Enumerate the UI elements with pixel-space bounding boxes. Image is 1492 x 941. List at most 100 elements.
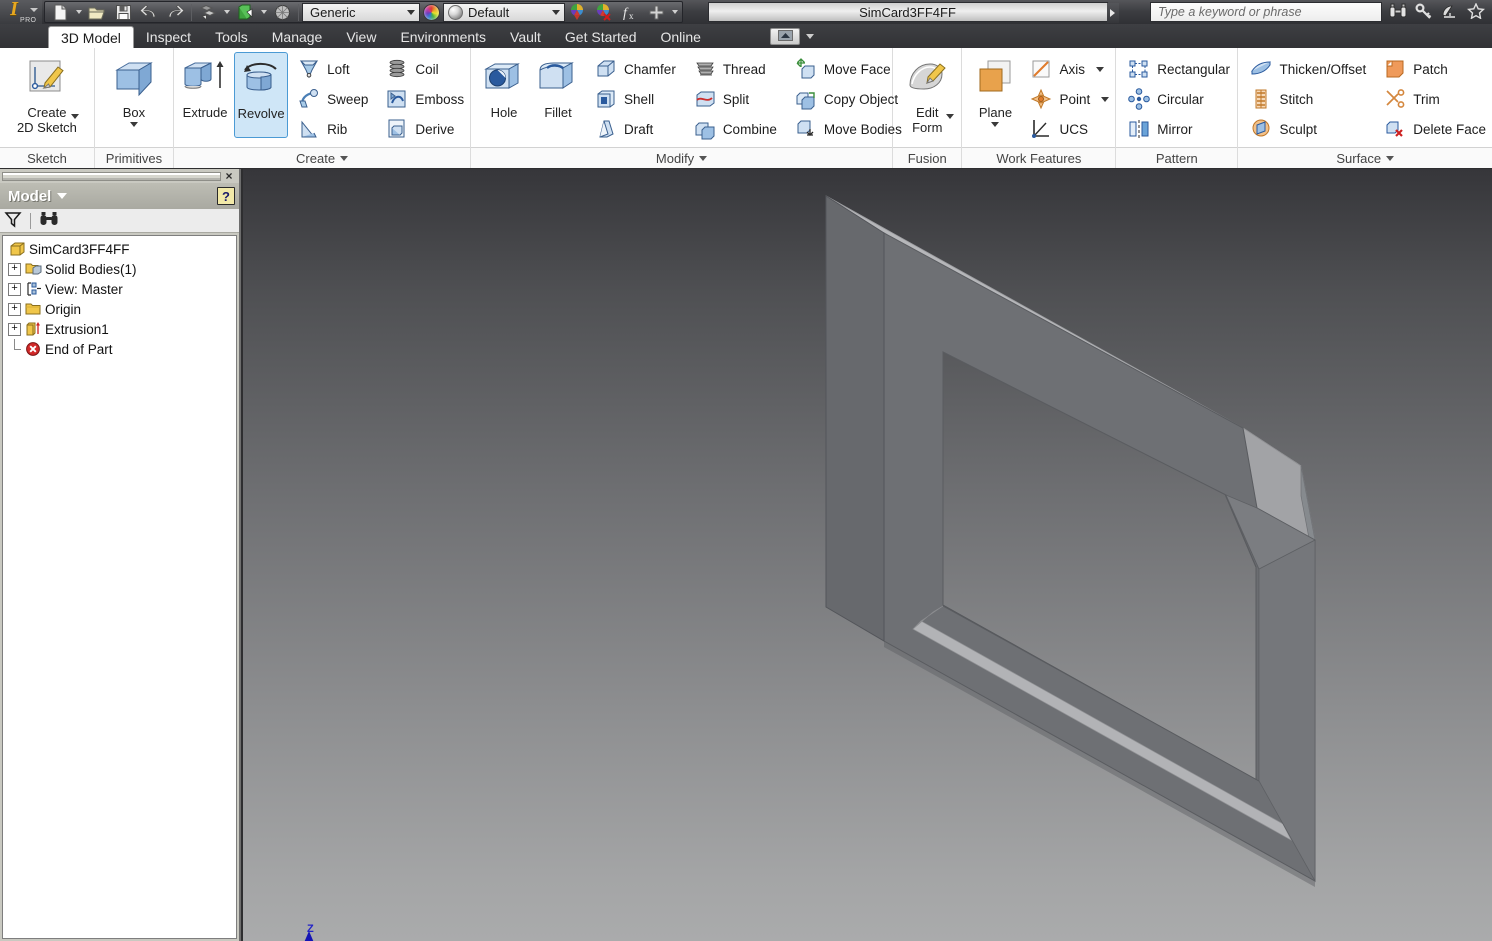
revolve-button[interactable]: Revolve: [234, 52, 289, 138]
open-button[interactable]: [84, 2, 110, 22]
box-button[interactable]: Box: [107, 52, 161, 127]
satellite-dish-button[interactable]: [1437, 1, 1463, 23]
tree-node-view-master[interactable]: + View: Master: [3, 279, 236, 299]
save-button[interactable]: [110, 2, 136, 22]
tab-3d-model[interactable]: 3D Model: [48, 26, 134, 49]
return-dropdown[interactable]: [258, 2, 269, 22]
tab-environments[interactable]: Environments: [388, 26, 498, 48]
search-input[interactable]: Type a keyword or phrase: [1150, 2, 1382, 22]
chevron-down-icon[interactable]: [57, 193, 68, 199]
expand-toggle[interactable]: +: [8, 322, 21, 336]
tab-inspect[interactable]: Inspect: [134, 26, 203, 48]
tree-node-origin[interactable]: + Origin: [3, 299, 236, 319]
tab-view[interactable]: View: [334, 26, 388, 48]
adjust-appearance-button[interactable]: [565, 2, 591, 22]
key-button[interactable]: [1411, 1, 1437, 23]
appearance-mini-button[interactable]: [770, 28, 800, 45]
edit-form-button[interactable]: Edit Form: [900, 52, 955, 135]
chevron-down-icon[interactable]: [70, 114, 79, 119]
derive-button[interactable]: Derive: [382, 114, 470, 144]
undo-button[interactable]: [136, 2, 162, 22]
rib-button[interactable]: Rib: [294, 114, 374, 144]
move-face-button[interactable]: Move Face: [791, 54, 908, 84]
split-button[interactable]: Split: [690, 84, 783, 114]
appearance-sphere-button[interactable]: [269, 2, 295, 22]
chevron-down-icon[interactable]: [340, 155, 349, 161]
material-dropdown[interactable]: Generic: [302, 2, 420, 22]
mirror-button[interactable]: Mirror: [1124, 114, 1236, 144]
chevron-down-icon[interactable]: [1095, 66, 1104, 72]
tree-node-solid-bodies[interactable]: + Solid Bodies(1): [3, 259, 236, 279]
extrude-button[interactable]: Extrude: [178, 52, 232, 120]
patch-button[interactable]: Patch: [1380, 54, 1492, 84]
tree-node-part[interactable]: SimCard3FF4FF: [3, 239, 236, 259]
browser-drag-handle[interactable]: [2, 171, 221, 181]
help-button[interactable]: ?: [217, 187, 235, 205]
qat-overflow-button[interactable]: [669, 2, 680, 22]
circular-pattern-button[interactable]: Circular: [1124, 84, 1236, 114]
expand-toggle[interactable]: +: [8, 262, 21, 276]
return-button[interactable]: [232, 2, 258, 22]
sculpt-button[interactable]: Sculpt: [1246, 114, 1372, 144]
tab-get-started[interactable]: Get Started: [553, 26, 649, 48]
3d-viewport[interactable]: Z Y X: [243, 169, 1492, 941]
draft-button[interactable]: Draft: [591, 114, 682, 144]
title-expand-button[interactable]: [1106, 3, 1119, 23]
clear-appearance-button[interactable]: [591, 2, 617, 22]
fillet-button[interactable]: Fillet: [531, 52, 585, 120]
filter-button[interactable]: [4, 210, 22, 231]
browser-grip-row[interactable]: ×: [0, 169, 239, 183]
binoculars-button[interactable]: [1385, 1, 1411, 23]
axis-button[interactable]: Axis: [1026, 54, 1115, 84]
find-button[interactable]: [39, 210, 59, 231]
sweep-button[interactable]: Sweep: [294, 84, 374, 114]
emboss-button[interactable]: Emboss: [382, 84, 470, 114]
chamfer-button[interactable]: Chamfer: [591, 54, 682, 84]
chevron-down-icon[interactable]: [806, 34, 814, 39]
chevron-down-icon[interactable]: [1386, 155, 1395, 161]
plane-button[interactable]: Plane: [968, 52, 1022, 127]
shell-button[interactable]: Shell: [591, 84, 682, 114]
new-document-dropdown[interactable]: [73, 2, 84, 22]
tree-node-end-of-part[interactable]: End of Part: [3, 338, 236, 359]
redo-button[interactable]: [162, 2, 188, 22]
chevron-down-icon[interactable]: [129, 122, 138, 127]
loft-button[interactable]: Loft: [294, 54, 374, 84]
copy-object-button[interactable]: Copy Object: [791, 84, 908, 114]
rectangular-pattern-button[interactable]: Rectangular: [1124, 54, 1236, 84]
tab-online[interactable]: Online: [649, 26, 713, 48]
browser-close-button[interactable]: ×: [221, 170, 237, 182]
chevron-down-icon[interactable]: [699, 155, 708, 161]
tab-tools[interactable]: Tools: [203, 26, 260, 48]
tab-manage[interactable]: Manage: [260, 26, 335, 48]
select-dropdown[interactable]: [221, 2, 232, 22]
create-2d-sketch-button[interactable]: Create 2D Sketch: [13, 52, 81, 135]
chevron-down-icon[interactable]: [991, 122, 1000, 127]
point-button[interactable]: Point: [1026, 84, 1115, 114]
stitch-button[interactable]: Stitch: [1246, 84, 1372, 114]
app-menu-button[interactable]: I PRO: [0, 0, 42, 24]
model-tree[interactable]: SimCard3FF4FF + Solid Bodies(1) + View: …: [2, 235, 237, 939]
star-button[interactable]: [1463, 1, 1489, 23]
hole-button[interactable]: Hole: [477, 52, 531, 120]
chevron-down-icon[interactable]: [946, 114, 955, 119]
material-color-wheel-icon[interactable]: [423, 3, 440, 21]
combine-button[interactable]: Combine: [690, 114, 783, 144]
appearance-dropdown[interactable]: Default: [443, 2, 565, 22]
tab-vault[interactable]: Vault: [498, 26, 553, 48]
thread-button[interactable]: Thread: [690, 54, 783, 84]
move-bodies-button[interactable]: Move Bodies: [791, 114, 908, 144]
new-document-button[interactable]: [47, 2, 73, 22]
expand-toggle[interactable]: +: [8, 282, 21, 296]
trim-button[interactable]: Trim: [1380, 84, 1492, 114]
tree-node-extrusion1[interactable]: + Extrusion1: [3, 319, 236, 339]
expand-toggle[interactable]: +: [8, 302, 21, 316]
coil-button[interactable]: Coil: [382, 54, 470, 84]
thicken-offset-button[interactable]: Thicken/Offset: [1246, 54, 1372, 84]
delete-face-button[interactable]: Delete Face: [1380, 114, 1492, 144]
parameters-button[interactable]: fx: [617, 2, 643, 22]
chevron-down-icon[interactable]: [1101, 96, 1110, 102]
customize-qat-button[interactable]: [643, 2, 669, 22]
select-button[interactable]: [195, 2, 221, 22]
ucs-button[interactable]: UCS: [1026, 114, 1115, 144]
